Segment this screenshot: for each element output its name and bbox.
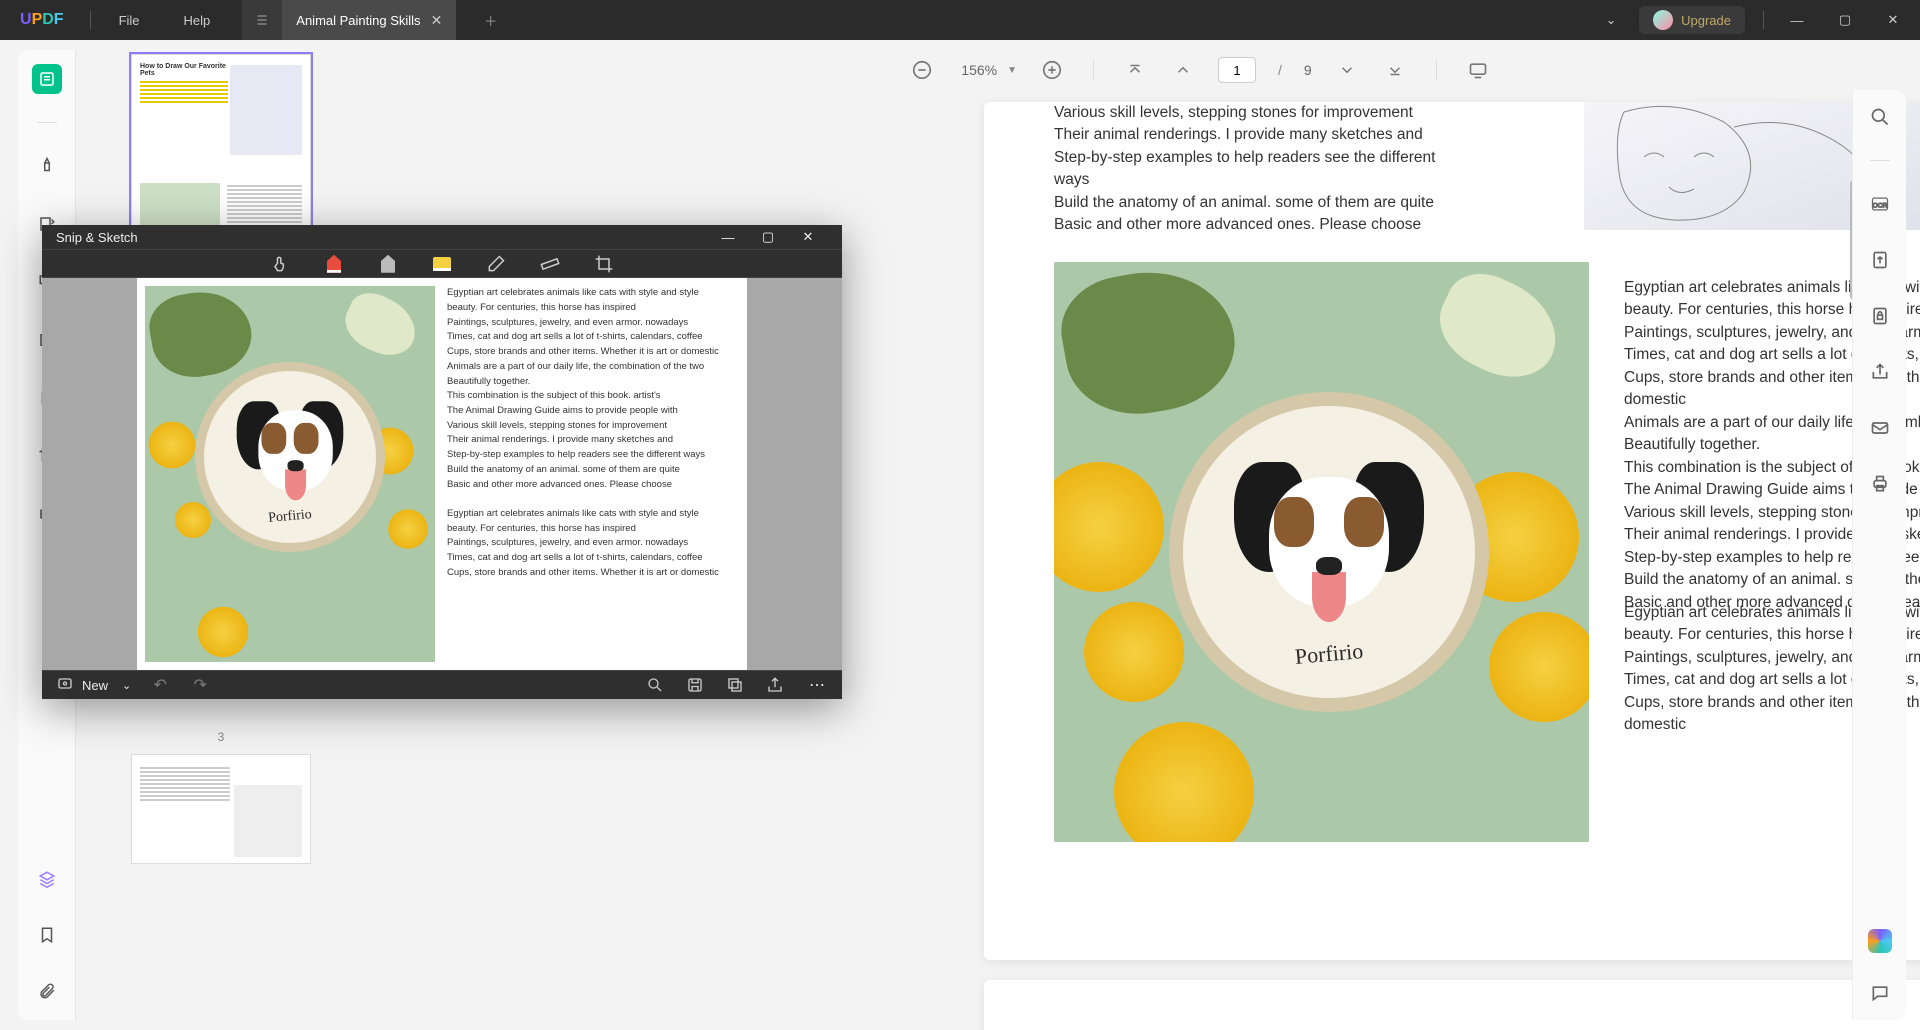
eraser-icon[interactable]	[484, 252, 508, 276]
app-titlebar: UPDF File Help Animal Painting Skills ✕ …	[0, 0, 1920, 40]
ballpoint-pen-icon[interactable]	[322, 252, 346, 276]
menu-help[interactable]: Help	[162, 0, 233, 40]
export-icon[interactable]	[1867, 247, 1893, 273]
snip-toolbar	[42, 249, 842, 278]
upgrade-button[interactable]: Upgrade	[1639, 6, 1745, 34]
tab-close-icon[interactable]: ✕	[431, 12, 443, 29]
copy-icon[interactable]	[726, 676, 748, 694]
share-icon[interactable]	[1867, 359, 1893, 385]
highlighter-tool[interactable]	[32, 151, 62, 181]
snip-title-label: Snip & Sketch	[56, 230, 138, 245]
minimize-button[interactable]: —	[1782, 13, 1812, 28]
snip-bottom-bar: New ⌄ ↶ ↷ ⋯	[42, 670, 842, 699]
page-1[interactable]: Various skill levels, stepping stones fo…	[984, 102, 1920, 960]
avatar-icon	[1653, 10, 1673, 30]
zoom-out-icon[interactable]	[909, 57, 935, 83]
app-logo: UPDF	[0, 11, 84, 29]
snip-close-icon[interactable]: ✕	[788, 229, 828, 245]
redo-icon[interactable]: ↷	[189, 675, 211, 695]
attachment-tool[interactable]	[32, 976, 62, 1006]
bookmark-tool[interactable]	[32, 920, 62, 950]
zoom-icon[interactable]	[646, 676, 668, 694]
pencil-icon[interactable]	[376, 252, 400, 276]
dog-embroidery-image: Porfirio	[1054, 262, 1589, 842]
snip-canvas[interactable]: Porfirio Egyptian art celebrates animals…	[42, 278, 842, 670]
more-icon[interactable]: ⋯	[806, 675, 828, 695]
share-snip-icon[interactable]	[766, 676, 788, 694]
close-button[interactable]: ✕	[1878, 12, 1908, 28]
tab-title: Animal Painting Skills	[296, 13, 420, 28]
snip-new-button[interactable]: New ⌄	[56, 676, 131, 694]
page-2[interactable]	[984, 980, 1920, 1030]
print-icon[interactable]	[1867, 471, 1893, 497]
zoom-in-icon[interactable]	[1039, 57, 1065, 83]
comment-icon[interactable]	[1867, 980, 1893, 1006]
ai-assistant-icon[interactable]	[1867, 928, 1893, 954]
tab-document[interactable]: Animal Painting Skills ✕	[282, 0, 456, 40]
menu-file[interactable]: File	[97, 0, 162, 40]
undo-icon[interactable]: ↶	[149, 675, 171, 695]
protect-icon[interactable]	[1867, 303, 1893, 329]
snip-new-chevron-icon[interactable]: ⌄	[122, 679, 131, 692]
crop-icon[interactable]	[592, 252, 616, 276]
zoom-level: 156%	[957, 62, 1001, 78]
snip-minimize-icon[interactable]: —	[708, 230, 748, 245]
tab-home[interactable]	[242, 0, 282, 40]
svg-text:OCR: OCR	[1872, 202, 1887, 209]
ruler-icon[interactable]	[538, 252, 562, 276]
snip-captured-image: Porfirio Egyptian art celebrates animals…	[137, 278, 747, 670]
top-paragraph: Various skill levels, stepping stones fo…	[1054, 102, 1474, 237]
reader-tool[interactable]	[32, 64, 62, 94]
snip-titlebar[interactable]: Snip & Sketch — ▢ ✕	[42, 225, 842, 249]
prev-page-icon[interactable]	[1170, 57, 1196, 83]
thumbnail-page-3[interactable]	[131, 754, 311, 864]
page-separator: /	[1278, 62, 1282, 78]
layers-tool[interactable]	[32, 864, 62, 894]
first-page-icon[interactable]	[1122, 57, 1148, 83]
tab-add[interactable]: ＋	[456, 0, 525, 40]
last-page-icon[interactable]	[1382, 57, 1408, 83]
maximize-button[interactable]: ▢	[1830, 12, 1860, 28]
email-icon[interactable]	[1867, 415, 1893, 441]
page-total: 9	[1304, 62, 1312, 78]
page-number-input[interactable]	[1218, 57, 1256, 83]
next-page-icon[interactable]	[1334, 57, 1360, 83]
plus-icon: ＋	[470, 11, 511, 30]
snip-sketch-window: Snip & Sketch — ▢ ✕	[42, 225, 842, 699]
touch-writing-icon[interactable]	[268, 252, 292, 276]
thumbnail-number: 3	[86, 730, 356, 744]
ocr-icon[interactable]: OCR	[1867, 191, 1893, 217]
chevron-down-icon[interactable]: ⌄	[1601, 12, 1621, 28]
right-toolbar: OCR	[1852, 90, 1906, 1020]
highlighter-icon[interactable]	[430, 252, 454, 276]
save-icon[interactable]	[686, 676, 708, 694]
zoom-dropdown-icon[interactable]: ▼	[1007, 65, 1017, 76]
document-toolbar: 156% ▼ / 9	[540, 50, 1860, 90]
snip-maximize-icon[interactable]: ▢	[748, 229, 788, 245]
search-icon[interactable]	[1867, 104, 1893, 130]
slideshow-icon[interactable]	[1465, 57, 1491, 83]
